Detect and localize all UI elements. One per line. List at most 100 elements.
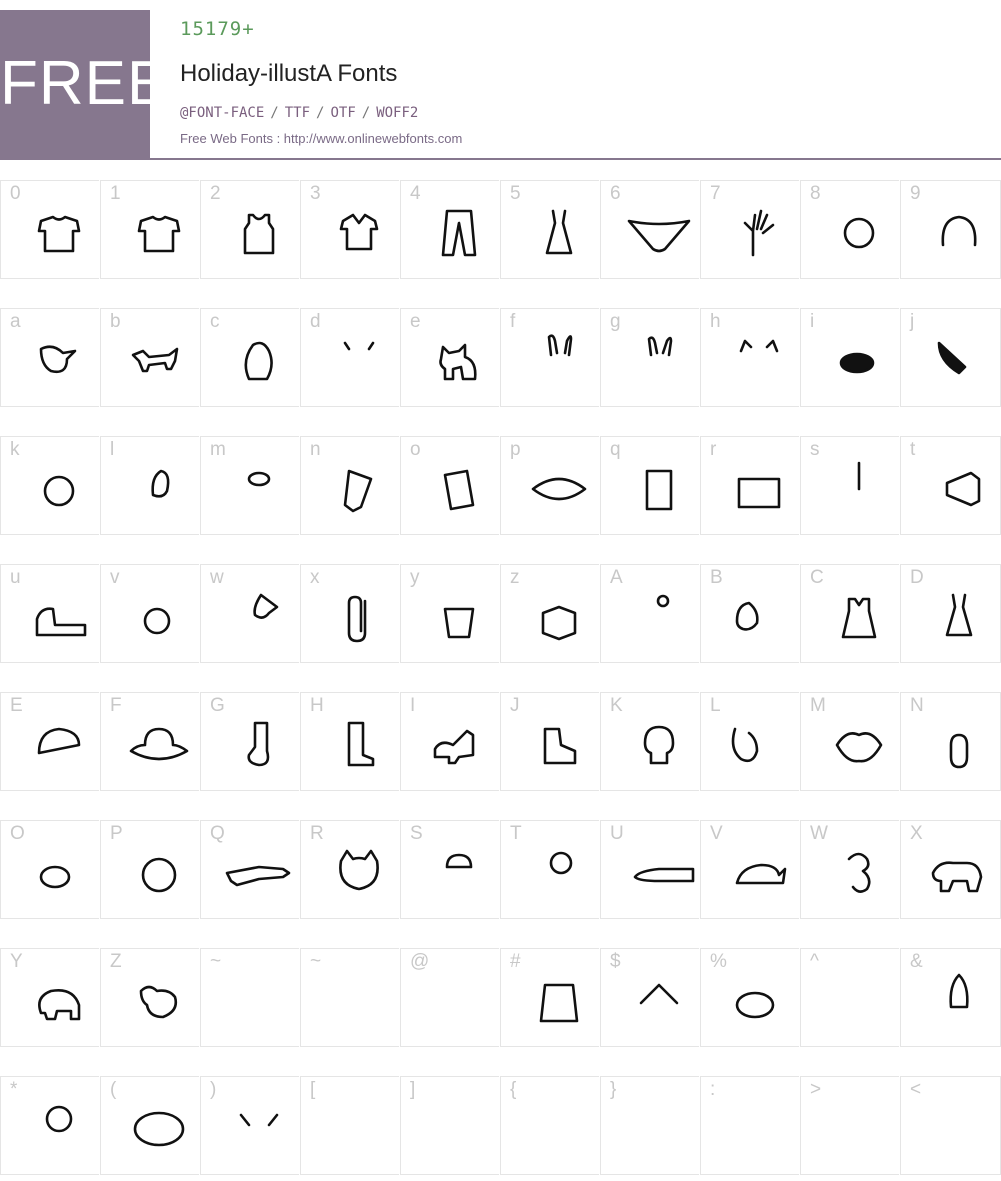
computer-icon [645,469,673,511]
glyph-cell: r [700,436,799,535]
glyph-cell: ~ [300,948,399,1047]
glyph-cell: G [200,692,299,791]
chick-icon [151,469,170,498]
glyph-cell: Z [100,948,199,1047]
glyph-row: OPQRSTUVWX [0,820,1001,920]
glyph-cell: K [600,692,699,791]
glyph-char-label: > [810,1079,822,1100]
glyph-char-label: ] [410,1079,416,1100]
glyph-cell: 4 [400,180,499,279]
glyph-cell: V [700,820,799,919]
glyph-char-label: { [510,1079,517,1100]
glyph-cell: Q [200,820,299,919]
format-separator: / [270,105,279,121]
glyph-cell: d [300,308,399,407]
glyph-char-label: t [910,439,916,460]
star-sneaker-icon [543,727,577,765]
format-link-ttf[interactable]: TTF [285,105,310,121]
glyph-row: abcdef ghi j [0,308,1001,408]
glyph-cell: e [400,308,499,407]
glyph-cell: k [0,436,99,535]
paperclip-icon [347,595,367,643]
knife-icon [937,341,967,375]
open-box-icon [541,605,577,641]
mouse-icon [949,733,969,769]
glyph-char-label: ~ [310,951,322,972]
turtle-icon [39,865,71,889]
dog-sitting-icon [439,343,477,381]
format-links: @FONT-FACE / TTF / OTF / WOFF2 [180,105,418,121]
glyph-char-label: } [610,1079,617,1100]
glyph-row: 0123456789 [0,180,1001,280]
slip-dress-icon [945,593,973,637]
glyph-cell: c [200,308,299,407]
alarm-clock-icon [43,475,75,507]
push-pin-icon [253,593,279,619]
glyph-cell: y [400,564,499,663]
boy-face-icon [843,217,875,249]
glyph-cell: 3 [300,180,399,279]
dress-icon [841,597,877,639]
glyph-char-label: @ [410,951,430,972]
glyph-row: * () [] {}: > < [0,1076,1001,1176]
format-link-fontface[interactable]: @FONT-FACE [180,105,264,121]
glyph-cell: C [800,564,899,663]
glyph-cell: u [0,564,99,663]
glyph-row: uvwxyzABCD [0,564,1001,664]
glyph-row: kl mnopqr st [0,436,1001,536]
cow-icon [343,341,375,351]
bust-icon [731,727,759,763]
glyph-cell: @ [400,948,499,1047]
house-icon [639,983,679,1005]
glyph-cell: E [0,692,99,791]
cat-face-icon [339,849,379,891]
eye-icon [531,477,587,501]
site-link[interactable]: Free Web Fonts : http://www.onlinewebfon… [180,131,462,146]
glyph-cell: [ [300,1076,399,1175]
glyph-cell: j [900,308,1001,407]
glyph-cell: H [300,692,399,791]
glyph-char-label: f [510,311,516,332]
format-link-otf[interactable]: OTF [330,105,355,121]
glyph-cell: D [900,564,1001,663]
glyph-char-label: < [910,1079,922,1100]
glyph-cell: n [300,436,399,535]
bikini-bottom-icon [627,219,691,253]
puppy-icon [931,861,983,893]
glyph-cell: f [500,308,599,407]
glyph-cell: 1 [100,180,199,279]
glyph-cell: # [500,948,599,1047]
free-badge: FREE [0,10,168,160]
glyph-cell: x [300,564,399,663]
glyph-char-label: ) [210,1079,217,1100]
sock-icon [247,721,270,767]
glyph-cell: P [100,820,199,919]
glyph-cell: i [800,308,899,407]
glyph-cell: { [500,1076,599,1175]
jeans-icon [441,209,477,257]
glyph-cell: 6 [600,180,699,279]
pencil-icon [343,469,373,513]
glyph-cell: U [600,820,699,919]
glyph-cell: o [400,436,499,535]
megaphone-icon [945,471,981,507]
glyph-cell: O [0,820,99,919]
glyph-cell: s [800,436,899,535]
glyph-cell: B [700,564,799,663]
glyph-cell: l [100,436,199,535]
glyph-cell: m [200,436,299,535]
glyph-cell: Y [0,948,99,1047]
panda-icon [141,857,177,893]
glyph-cell: b [100,308,199,407]
book-icon [443,469,475,511]
header-divider [150,158,1001,160]
mermaid-icon [656,594,670,608]
format-link-woff2[interactable]: WOFF2 [376,105,418,121]
skull-icon [643,725,675,765]
dog-icon [131,347,179,373]
record-icon [735,991,775,1019]
glyph-char-label: * [10,1079,18,1100]
rabbit-icon [547,334,573,357]
pikachu-icon [239,1113,279,1127]
glyph-char-label: ( [110,1079,117,1100]
